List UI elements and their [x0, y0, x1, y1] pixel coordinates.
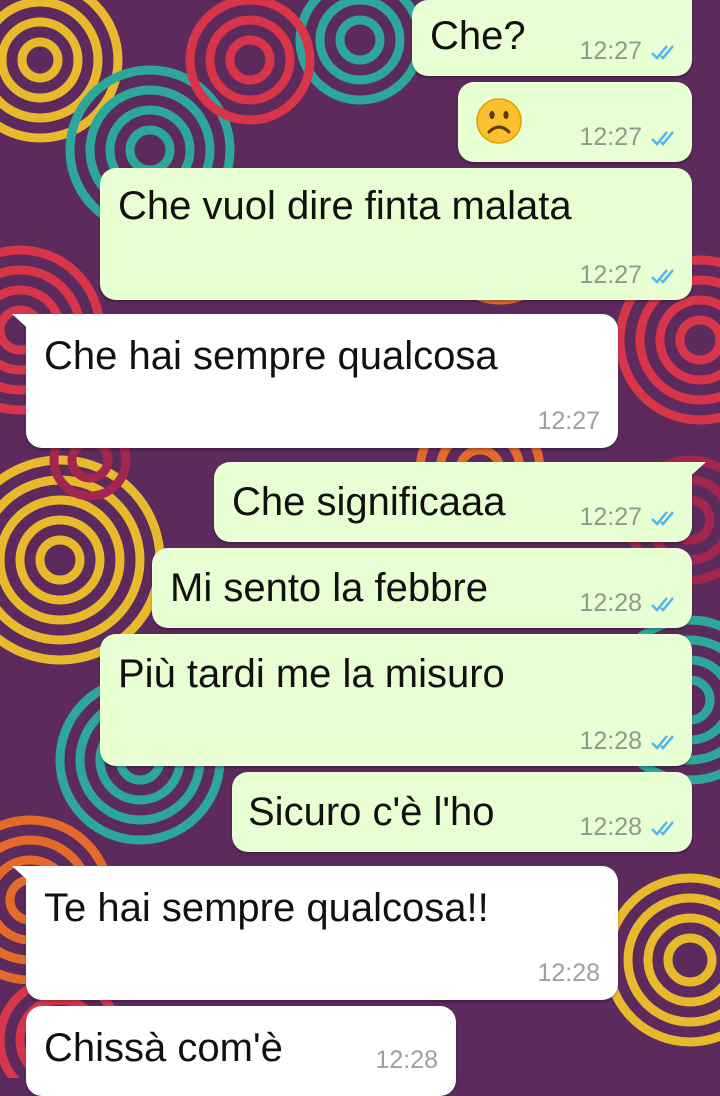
message-text: Te hai sempre qualcosa!! — [44, 886, 489, 930]
message-text: Che hai sempre qualcosa — [44, 334, 498, 378]
double-check-icon — [650, 509, 680, 527]
outgoing-message[interactable]: Che significaaa 12:27 — [214, 462, 706, 542]
double-check-icon — [650, 43, 680, 61]
incoming-message[interactable]: Che hai sempre qualcosa 12:27 — [12, 314, 618, 448]
message-text: Mi sento la febbre — [170, 566, 488, 610]
outgoing-message[interactable]: Che? 12:27 — [412, 0, 692, 76]
incoming-message[interactable]: Te hai sempre qualcosa!! 12:28 — [12, 866, 618, 1000]
outgoing-message[interactable]: Più tardi me la misuro 12:28 — [100, 634, 692, 766]
message-text: Sicuro c'è l'ho — [248, 790, 495, 834]
message-text: Più tardi me la misuro — [118, 652, 505, 696]
outgoing-message[interactable]: Mi sento la febbre 12:28 — [152, 548, 692, 628]
bubble-tail — [684, 462, 706, 482]
double-check-icon — [650, 595, 680, 613]
message-time: 12:27 — [579, 503, 642, 531]
bubble-tail — [12, 314, 34, 334]
message-time: 12:28 — [579, 813, 642, 841]
message-time: 12:27 — [579, 37, 642, 65]
message-time: 12:27 — [579, 123, 642, 151]
message-time: 12:27 — [537, 407, 600, 435]
double-check-icon — [650, 733, 680, 751]
double-check-icon — [650, 129, 680, 147]
message-text: Che significaaa — [232, 480, 506, 524]
outgoing-message[interactable]: Che vuol dire finta malata 12:27 — [100, 168, 692, 300]
message-time: 12:28 — [579, 589, 642, 617]
incoming-message[interactable]: Chissà com'è 12:28 — [26, 1006, 456, 1096]
message-text: Che? — [430, 14, 526, 58]
message-time: 12:28 — [375, 1046, 438, 1074]
outgoing-message[interactable]: 12:27 — [458, 82, 692, 162]
outgoing-message[interactable]: Sicuro c'è l'ho 12:28 — [232, 772, 692, 852]
double-check-icon — [650, 267, 680, 285]
message-time: 12:28 — [579, 727, 642, 755]
double-check-icon — [650, 819, 680, 837]
message-time: 12:27 — [579, 261, 642, 289]
chat-thread[interactable]: Che? 12:27 12:27 Che vuol dire finta mal… — [0, 0, 720, 1096]
bubble-tail — [12, 866, 34, 886]
message-time: 12:28 — [537, 959, 600, 987]
message-text: Chissà com'è — [44, 1026, 283, 1070]
message-text: Che vuol dire finta malata — [118, 184, 572, 228]
frowning-face-icon — [476, 98, 522, 144]
